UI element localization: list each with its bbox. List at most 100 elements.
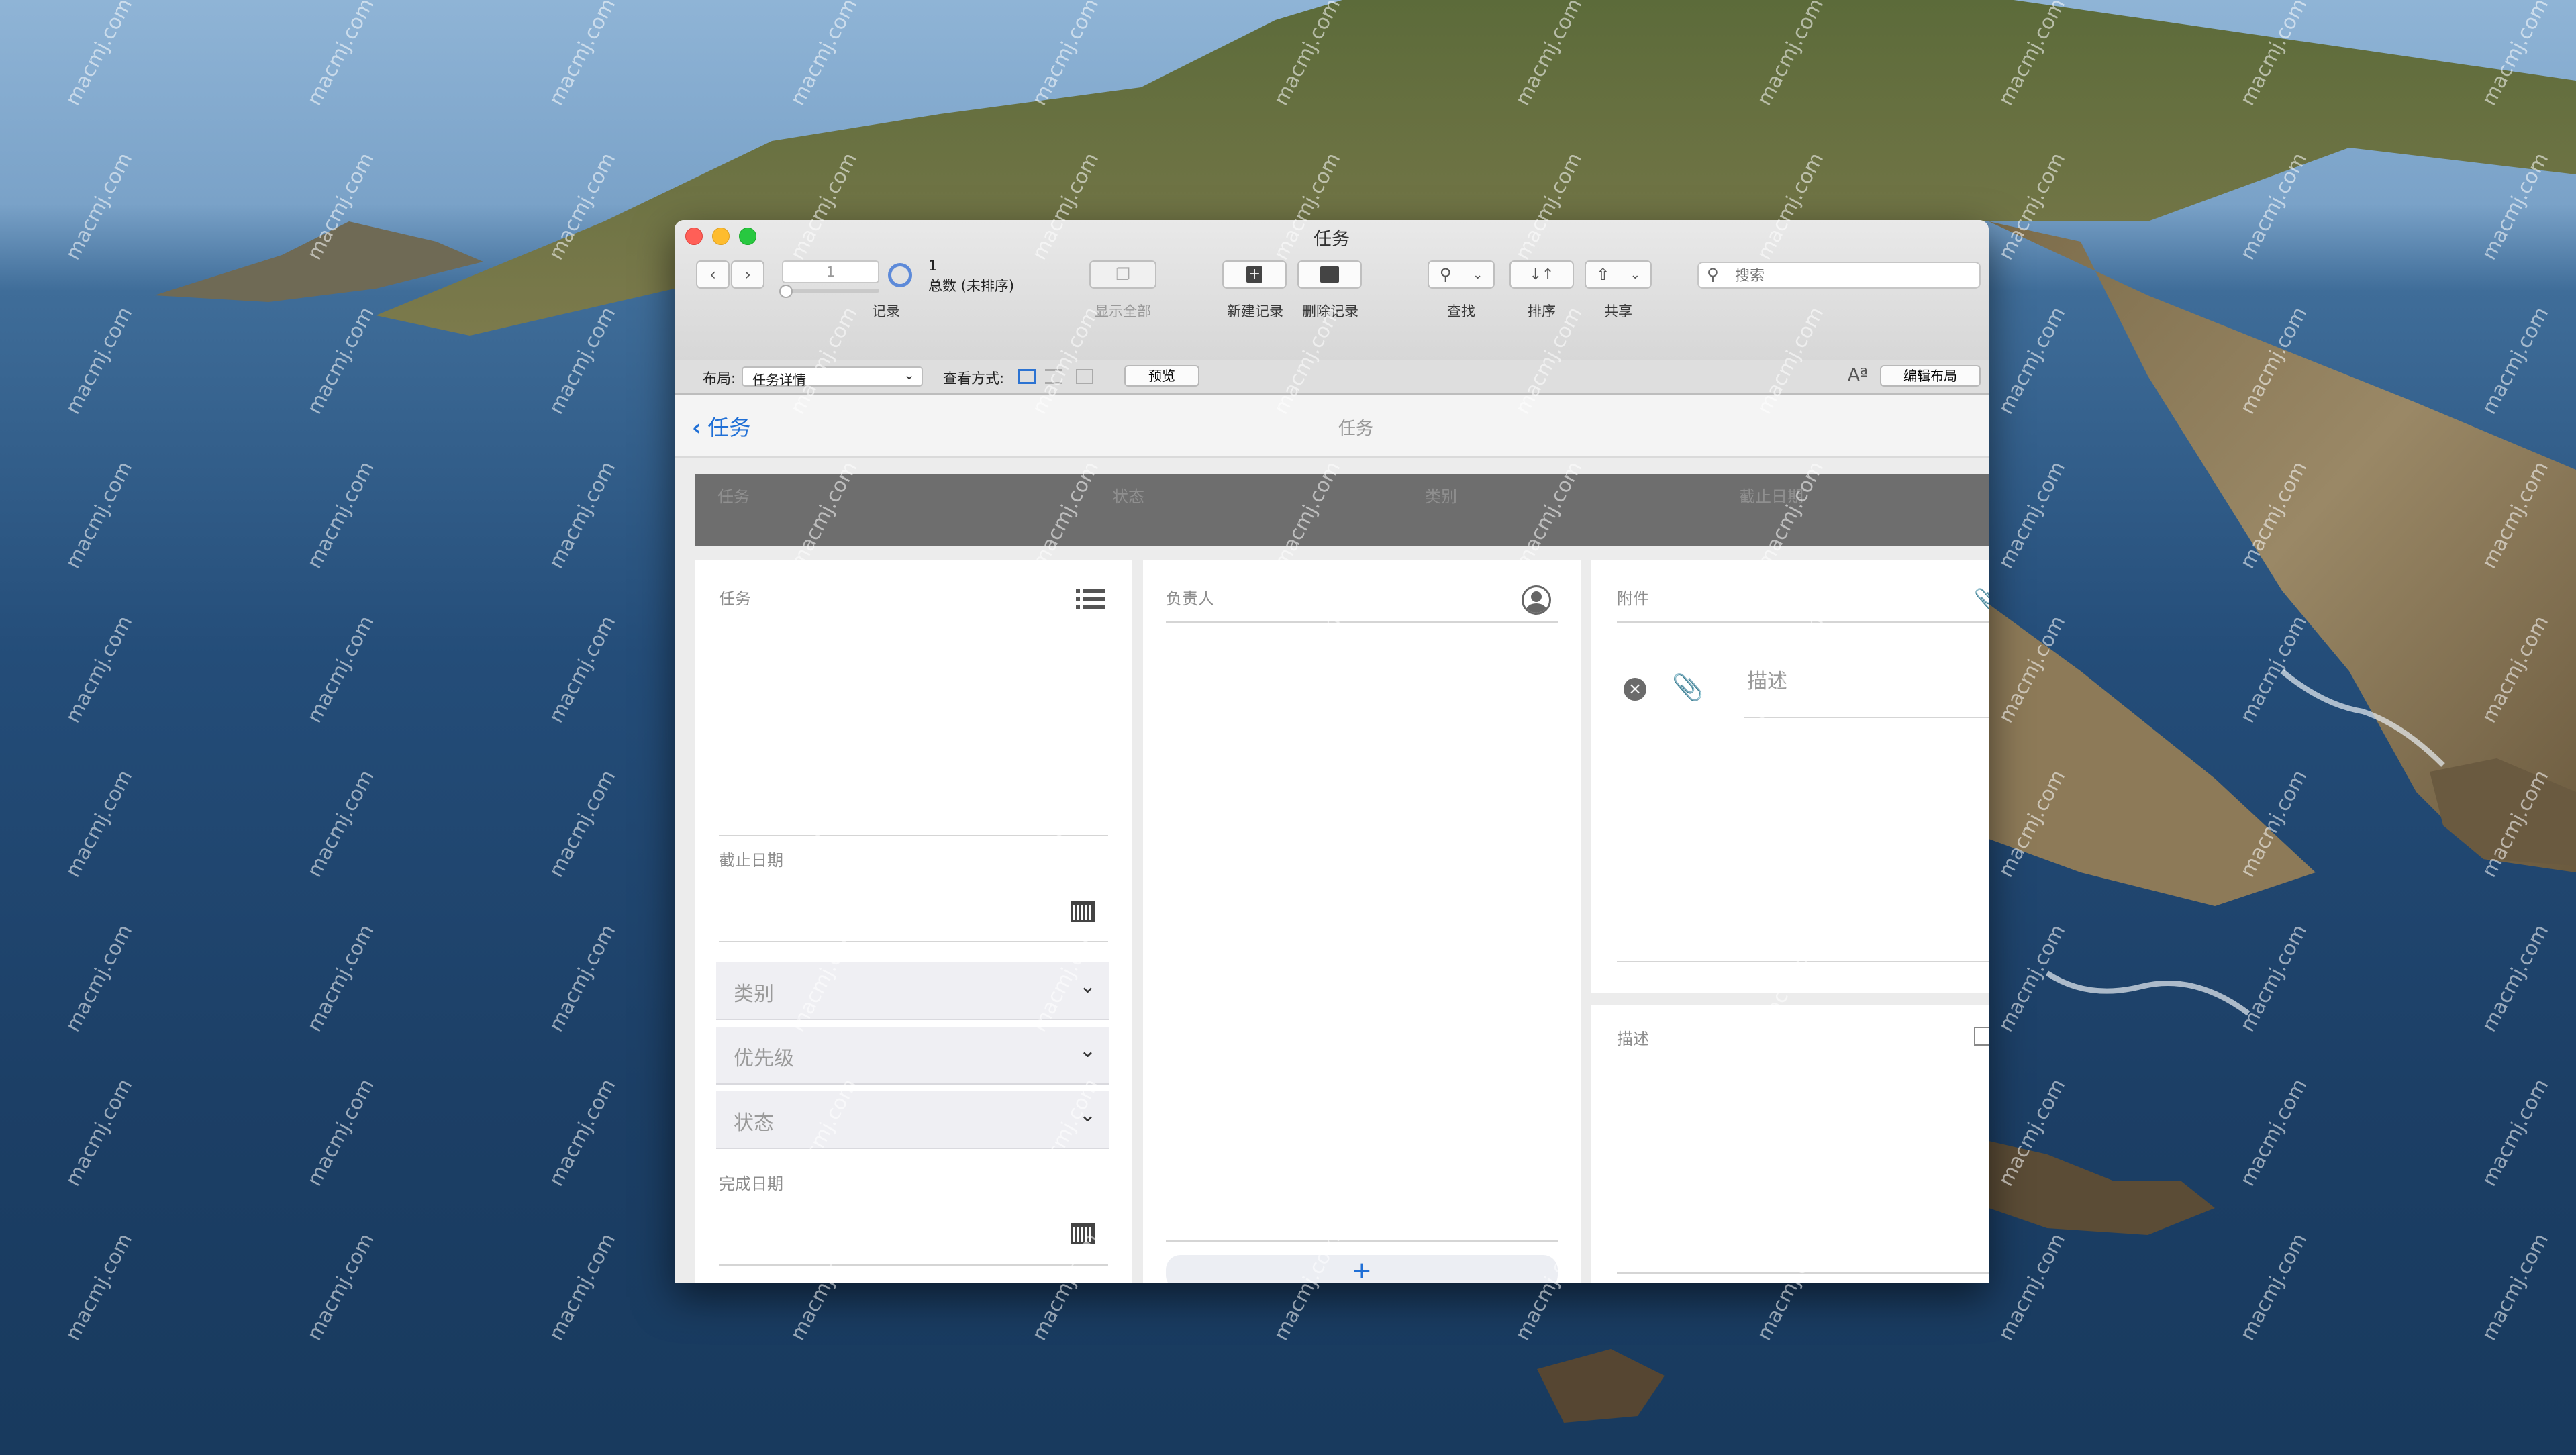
record-count-number: 1 <box>928 258 938 274</box>
completed-date-label: 完成日期 <box>719 1174 783 1193</box>
new-record-button[interactable]: + <box>1222 260 1287 289</box>
chevron-down-icon: ⌄ <box>1630 267 1640 282</box>
view-as-list-button[interactable] <box>1045 369 1062 384</box>
preview-button[interactable]: 预览 <box>1124 365 1199 387</box>
expand-icon[interactable] <box>1974 1027 1989 1046</box>
column-header-status[interactable]: 状态 <box>1112 483 1144 507</box>
delete-record-label: 删除记录 <box>1302 303 1358 319</box>
task-details-card: 任务 截止日期 类别 ⌄ 优先级 ⌄ 状态 ⌄ 完成日期 <box>695 560 1132 1283</box>
person-icon[interactable] <box>1522 585 1551 615</box>
share-button[interactable]: ⇧ ⌄ <box>1585 260 1652 289</box>
view-as-table-button[interactable] <box>1076 369 1093 384</box>
plus-square-icon: + <box>1246 266 1262 283</box>
assignee-card: 负责人 + <box>1143 560 1581 1283</box>
attachments-card: 附件 📎 × 📎 描述 <box>1591 560 1989 993</box>
show-all-button[interactable]: ❐ <box>1089 260 1156 289</box>
show-all-icon: ❐ <box>1116 265 1130 284</box>
assignee-list-underline <box>1166 1240 1558 1242</box>
task-underline <box>719 835 1108 836</box>
share-icon: ⇧ <box>1596 265 1610 284</box>
category-select[interactable]: 类别 ⌄ <box>716 962 1109 1020</box>
view-as-form-button[interactable] <box>1018 369 1036 384</box>
record-progress-ring <box>888 263 912 287</box>
list-icon[interactable] <box>1076 588 1105 611</box>
chevron-down-icon: ⌄ <box>903 366 915 383</box>
app-window: 任务 ‹ › 1 1 总数 (未排序) 记录 ❐ 显示全部 + 新建记录 删除记… <box>675 220 1989 1283</box>
remove-attachment-icon[interactable]: × <box>1624 678 1646 701</box>
sort-icon: ↓↑ <box>1529 266 1554 283</box>
chevron-down-icon: ⌄ <box>1079 974 1096 998</box>
nav-center-title: 任务 <box>1338 419 1373 439</box>
add-assignee-button[interactable]: + <box>1166 1255 1558 1283</box>
column-header-due-date[interactable]: 截止日期 <box>1739 483 1803 507</box>
trash-tray-icon <box>1320 266 1339 283</box>
sort-button[interactable]: ↓↑ <box>1509 260 1574 289</box>
chevron-left-icon: ‹ <box>709 265 716 284</box>
record-slider[interactable] <box>779 285 879 298</box>
navigation-header: ‹ 任务 任务 <box>675 395 1989 458</box>
task-text-area[interactable] <box>719 620 1108 834</box>
attachment-description-underline <box>1744 717 1989 718</box>
assignee-header-underline <box>1166 621 1558 623</box>
due-date-field[interactable] <box>719 875 1108 941</box>
search-input[interactable] <box>1734 266 1971 286</box>
completed-date-underline <box>719 1264 1108 1266</box>
description-underline <box>1617 1272 1989 1274</box>
previous-record-button[interactable]: ‹ <box>696 260 730 289</box>
share-label: 共享 <box>1604 303 1632 319</box>
chevron-down-icon: ⌄ <box>1473 267 1483 282</box>
attachment-description-field[interactable]: 描述 <box>1747 664 1787 694</box>
assignee-label: 负责人 <box>1166 589 1214 608</box>
delete-record-button[interactable] <box>1297 260 1362 289</box>
completed-date-field[interactable] <box>719 1197 1108 1264</box>
description-label: 描述 <box>1617 1030 1649 1048</box>
show-all-label: 显示全部 <box>1095 303 1151 319</box>
layout-bar: 布局: 任务详情 ⌄ 查看方式: 预览 Aª 编辑布局 <box>675 360 1989 395</box>
due-date-label: 截止日期 <box>719 851 783 870</box>
status-select[interactable]: 状态 ⌄ <box>716 1091 1109 1149</box>
search-field[interactable]: ⚲ <box>1697 262 1981 289</box>
find-label: 查找 <box>1447 303 1475 319</box>
new-record-label: 新建记录 <box>1227 303 1283 319</box>
description-text-area[interactable] <box>1617 1059 1989 1260</box>
layout-label: 布局: <box>703 370 736 387</box>
column-header-category[interactable]: 类别 <box>1425 483 1457 507</box>
record-count-text: 总数 (未排序) <box>928 278 1015 294</box>
paperclip-icon[interactable]: 📎 <box>1672 672 1703 703</box>
due-date-underline <box>719 941 1108 942</box>
chevron-down-icon: ⌄ <box>1079 1103 1096 1127</box>
records-label: 记录 <box>872 303 900 319</box>
category-select-label: 类别 <box>734 983 774 1006</box>
assignee-list[interactable] <box>1166 624 1558 1164</box>
column-header-task[interactable]: 任务 <box>717 483 750 507</box>
content-area: ‹ 任务 任务 任务 状态 类别 截止日期 任务 截止日期 类别 ⌄ 优先级 ⌄… <box>675 395 1989 1283</box>
priority-select-label: 优先级 <box>734 1047 794 1070</box>
status-select-label: 状态 <box>734 1111 774 1135</box>
layout-select[interactable]: 任务详情 ⌄ <box>742 366 923 388</box>
record-number-field[interactable]: 1 <box>782 260 879 283</box>
magnifier-icon: ⚲ <box>1439 265 1452 284</box>
attachments-label: 附件 <box>1617 589 1649 608</box>
layout-select-value: 任务详情 <box>752 372 806 388</box>
chevron-right-icon: › <box>744 265 751 284</box>
window-title: 任务 <box>1314 229 1350 250</box>
title-bar-toolbar: 任务 ‹ › 1 1 总数 (未排序) 记录 ❐ 显示全部 + 新建记录 删除记… <box>675 220 1989 361</box>
attachments-bottom-underline <box>1617 961 1989 962</box>
slider-knob[interactable] <box>779 285 793 298</box>
calendar-icon[interactable] <box>1071 901 1095 922</box>
sort-label: 排序 <box>1528 303 1556 319</box>
find-button[interactable]: ⚲ ⌄ <box>1428 260 1495 289</box>
next-record-button[interactable]: › <box>731 260 764 289</box>
attachments-header-underline <box>1617 621 1989 623</box>
calendar-icon[interactable] <box>1071 1223 1095 1244</box>
column-header-bar: 任务 状态 类别 截止日期 <box>695 474 1989 546</box>
edit-layout-button[interactable]: 编辑布局 <box>1880 365 1981 387</box>
paperclip-icon[interactable]: 📎 <box>1974 588 1989 611</box>
priority-select[interactable]: 优先级 ⌄ <box>716 1027 1109 1085</box>
view-as-label: 查看方式: <box>943 370 1005 387</box>
search-icon: ⚲ <box>1707 265 1719 284</box>
text-format-button[interactable]: Aª <box>1848 365 1868 385</box>
description-card: 描述 <box>1591 1005 1989 1283</box>
task-field-label: 任务 <box>719 589 751 608</box>
chevron-down-icon: ⌄ <box>1079 1039 1096 1062</box>
